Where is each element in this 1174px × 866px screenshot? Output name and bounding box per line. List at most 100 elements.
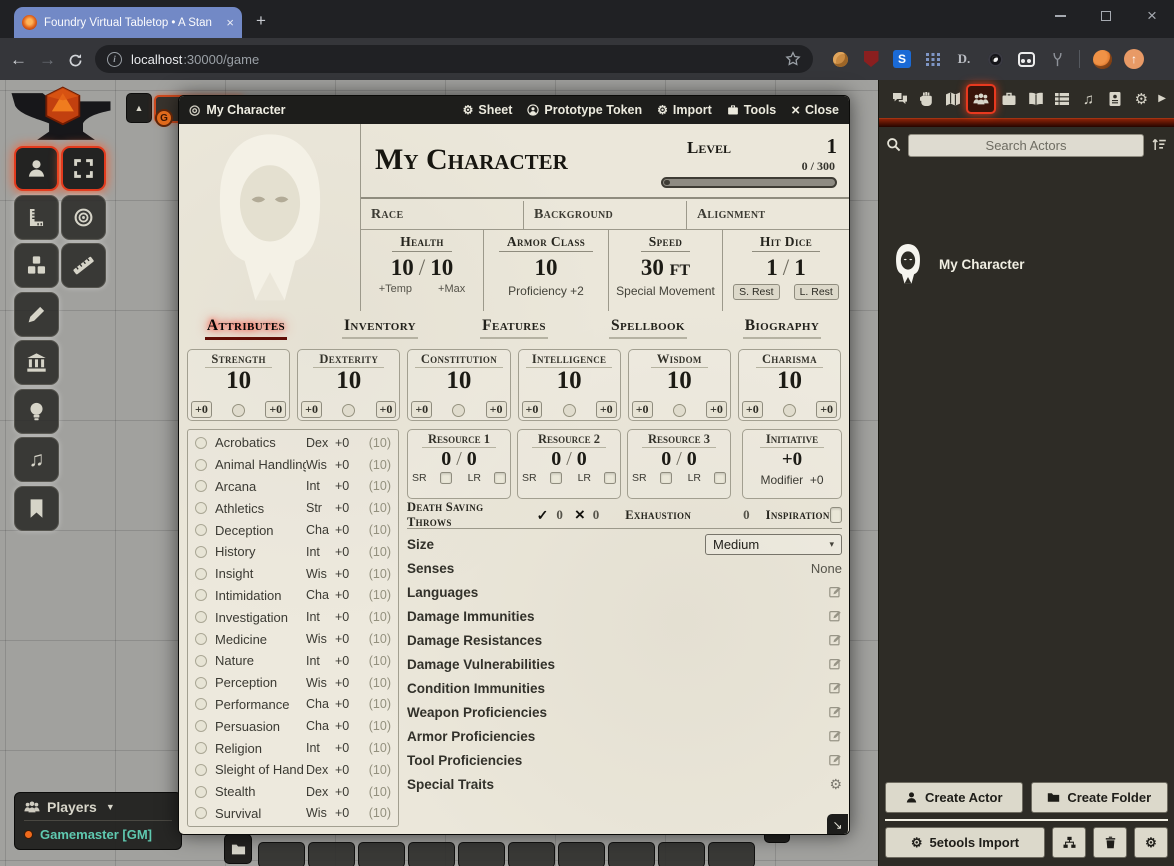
tool-lighting-controls[interactable]: [14, 389, 59, 434]
size-select[interactable]: Medium: [705, 534, 842, 555]
long-rest-button[interactable]: L. Rest: [794, 284, 839, 300]
browser-update-button[interactable]: [1124, 49, 1144, 69]
ability-value[interactable]: 10: [739, 368, 840, 393]
cookie-extension-icon[interactable]: [831, 50, 849, 68]
macro-slot[interactable]: [308, 842, 355, 866]
tool-ruler-tool[interactable]: [61, 243, 106, 288]
tab-attributes[interactable]: Attributes: [179, 314, 313, 347]
proficiency-radio[interactable]: [452, 404, 465, 417]
ability-constitution[interactable]: Constitution10+0+0: [407, 349, 510, 421]
scene-nav-collapse-button[interactable]: [126, 93, 152, 123]
ability-mod[interactable]: +0: [411, 401, 432, 418]
tool-sound-controls[interactable]: ♫: [14, 437, 59, 482]
tool-note-controls[interactable]: [14, 486, 59, 531]
hit-dice-value[interactable]: 1/1: [766, 255, 805, 281]
ability-mod[interactable]: +0: [742, 401, 763, 418]
ability-dexterity[interactable]: Dexterity10+0+0: [297, 349, 400, 421]
initiative-modifier[interactable]: +0: [810, 473, 824, 487]
window-resize-handle[interactable]: [827, 814, 848, 835]
bookmark-star-icon[interactable]: [785, 51, 801, 68]
skill-row[interactable]: AthleticsStr+0(10): [188, 497, 398, 519]
settings-button[interactable]: [1134, 827, 1168, 858]
grid-extension-icon[interactable]: [924, 50, 942, 68]
death-fail-count[interactable]: 0: [593, 507, 600, 523]
skill-row[interactable]: InvestigationInt+0(10): [188, 606, 398, 628]
character-portrait[interactable]: [179, 124, 361, 311]
sidebar-tab-combat[interactable]: [913, 84, 938, 114]
skill-proficiency-radio[interactable]: [195, 524, 207, 536]
lr-checkbox[interactable]: [714, 472, 726, 484]
config-gear-icon[interactable]: [829, 777, 842, 791]
skill-row[interactable]: PerceptionWis+0(10): [188, 672, 398, 694]
sort-icon[interactable]: [1151, 136, 1167, 154]
edit-icon[interactable]: [829, 655, 842, 673]
macro-slot[interactable]: [458, 842, 505, 866]
skill-row[interactable]: HistoryInt+0(10): [188, 541, 398, 563]
skill-proficiency-radio[interactable]: [195, 720, 207, 732]
oo-extension-icon[interactable]: [1017, 50, 1035, 68]
lr-checkbox[interactable]: [494, 472, 506, 484]
ability-wisdom[interactable]: Wisdom10+0+0: [628, 349, 731, 421]
sidebar-tab-scenes[interactable]: [940, 84, 965, 114]
tool-target-tool[interactable]: [61, 195, 106, 240]
skill-proficiency-radio[interactable]: [195, 742, 207, 754]
ability-mod[interactable]: +0: [522, 401, 543, 418]
proficiency-radio[interactable]: [783, 404, 796, 417]
ability-value[interactable]: 10: [408, 368, 509, 393]
forward-button[interactable]: [39, 51, 56, 68]
ability-charisma[interactable]: Charisma10+0+0: [738, 349, 841, 421]
new-tab-button[interactable]: [256, 11, 266, 31]
ability-save[interactable]: +0: [706, 401, 727, 418]
tool-token-controls[interactable]: [14, 146, 59, 191]
speed-value[interactable]: 30 ft: [641, 255, 690, 281]
import-button[interactable]: Import: [657, 103, 712, 117]
search-input[interactable]: [908, 134, 1144, 157]
tool-tile-controls[interactable]: [14, 243, 59, 288]
short-rest-button[interactable]: S. Rest: [733, 284, 779, 300]
skill-proficiency-radio[interactable]: [195, 786, 207, 798]
resource-value[interactable]: 0/0: [628, 448, 730, 470]
edit-icon[interactable]: [829, 631, 842, 649]
edit-icon[interactable]: [829, 727, 842, 745]
skill-proficiency-radio[interactable]: [195, 655, 207, 667]
skill-row[interactable]: IntimidationCha+0(10): [188, 585, 398, 607]
ability-value[interactable]: 10: [298, 368, 399, 393]
skill-proficiency-radio[interactable]: [195, 589, 207, 601]
skill-row[interactable]: PerformanceCha+0(10): [188, 694, 398, 716]
site-info-icon[interactable]: [107, 52, 122, 67]
players-header[interactable]: Players: [24, 798, 172, 815]
tab-close-icon[interactable]: [226, 15, 234, 30]
ability-intelligence[interactable]: Intelligence10+0+0: [518, 349, 621, 421]
tab-inventory[interactable]: Inventory: [313, 314, 447, 347]
s-extension-icon[interactable]: [893, 50, 911, 68]
sheet-config-button[interactable]: Sheet: [463, 103, 513, 117]
tab-biography[interactable]: Biography: [715, 314, 849, 347]
edit-icon[interactable]: [829, 751, 842, 769]
tool-drawing-controls[interactable]: [14, 292, 59, 337]
skill-row[interactable]: Animal HandlingWis+0(10): [188, 454, 398, 476]
url-bar[interactable]: localhost:30000/game: [95, 45, 813, 73]
macro-slot[interactable]: [508, 842, 555, 866]
proficiency-radio[interactable]: [563, 404, 576, 417]
d-extension-icon[interactable]: [955, 50, 973, 68]
death-success-icon[interactable]: [537, 507, 549, 524]
character-name[interactable]: My Character: [375, 130, 657, 197]
hp-value[interactable]: 10/10: [391, 255, 453, 281]
sidebar-tab-chat[interactable]: [887, 84, 912, 114]
ability-value[interactable]: 10: [629, 368, 730, 393]
eye-extension-icon[interactable]: [986, 50, 1004, 68]
proficiency-radio[interactable]: [342, 404, 355, 417]
skill-row[interactable]: Sleight of HandDex+0(10): [188, 759, 398, 781]
sidebar-tab-items[interactable]: [997, 84, 1022, 114]
skill-proficiency-radio[interactable]: [195, 677, 207, 689]
macro-folder-button[interactable]: [224, 834, 252, 864]
delete-button[interactable]: [1093, 827, 1127, 858]
skill-row[interactable]: PersuasionCha+0(10): [188, 715, 398, 737]
xp-text[interactable]: 0 / 300: [802, 159, 835, 174]
ac-value[interactable]: 10: [535, 255, 558, 281]
skill-row[interactable]: MedicineWis+0(10): [188, 628, 398, 650]
sidebar-tab-journal[interactable]: [1023, 84, 1048, 114]
field-race-input[interactable]: [403, 206, 523, 224]
skill-row[interactable]: SurvivalWis+0(10): [188, 803, 398, 825]
sr-checkbox[interactable]: [660, 472, 672, 484]
